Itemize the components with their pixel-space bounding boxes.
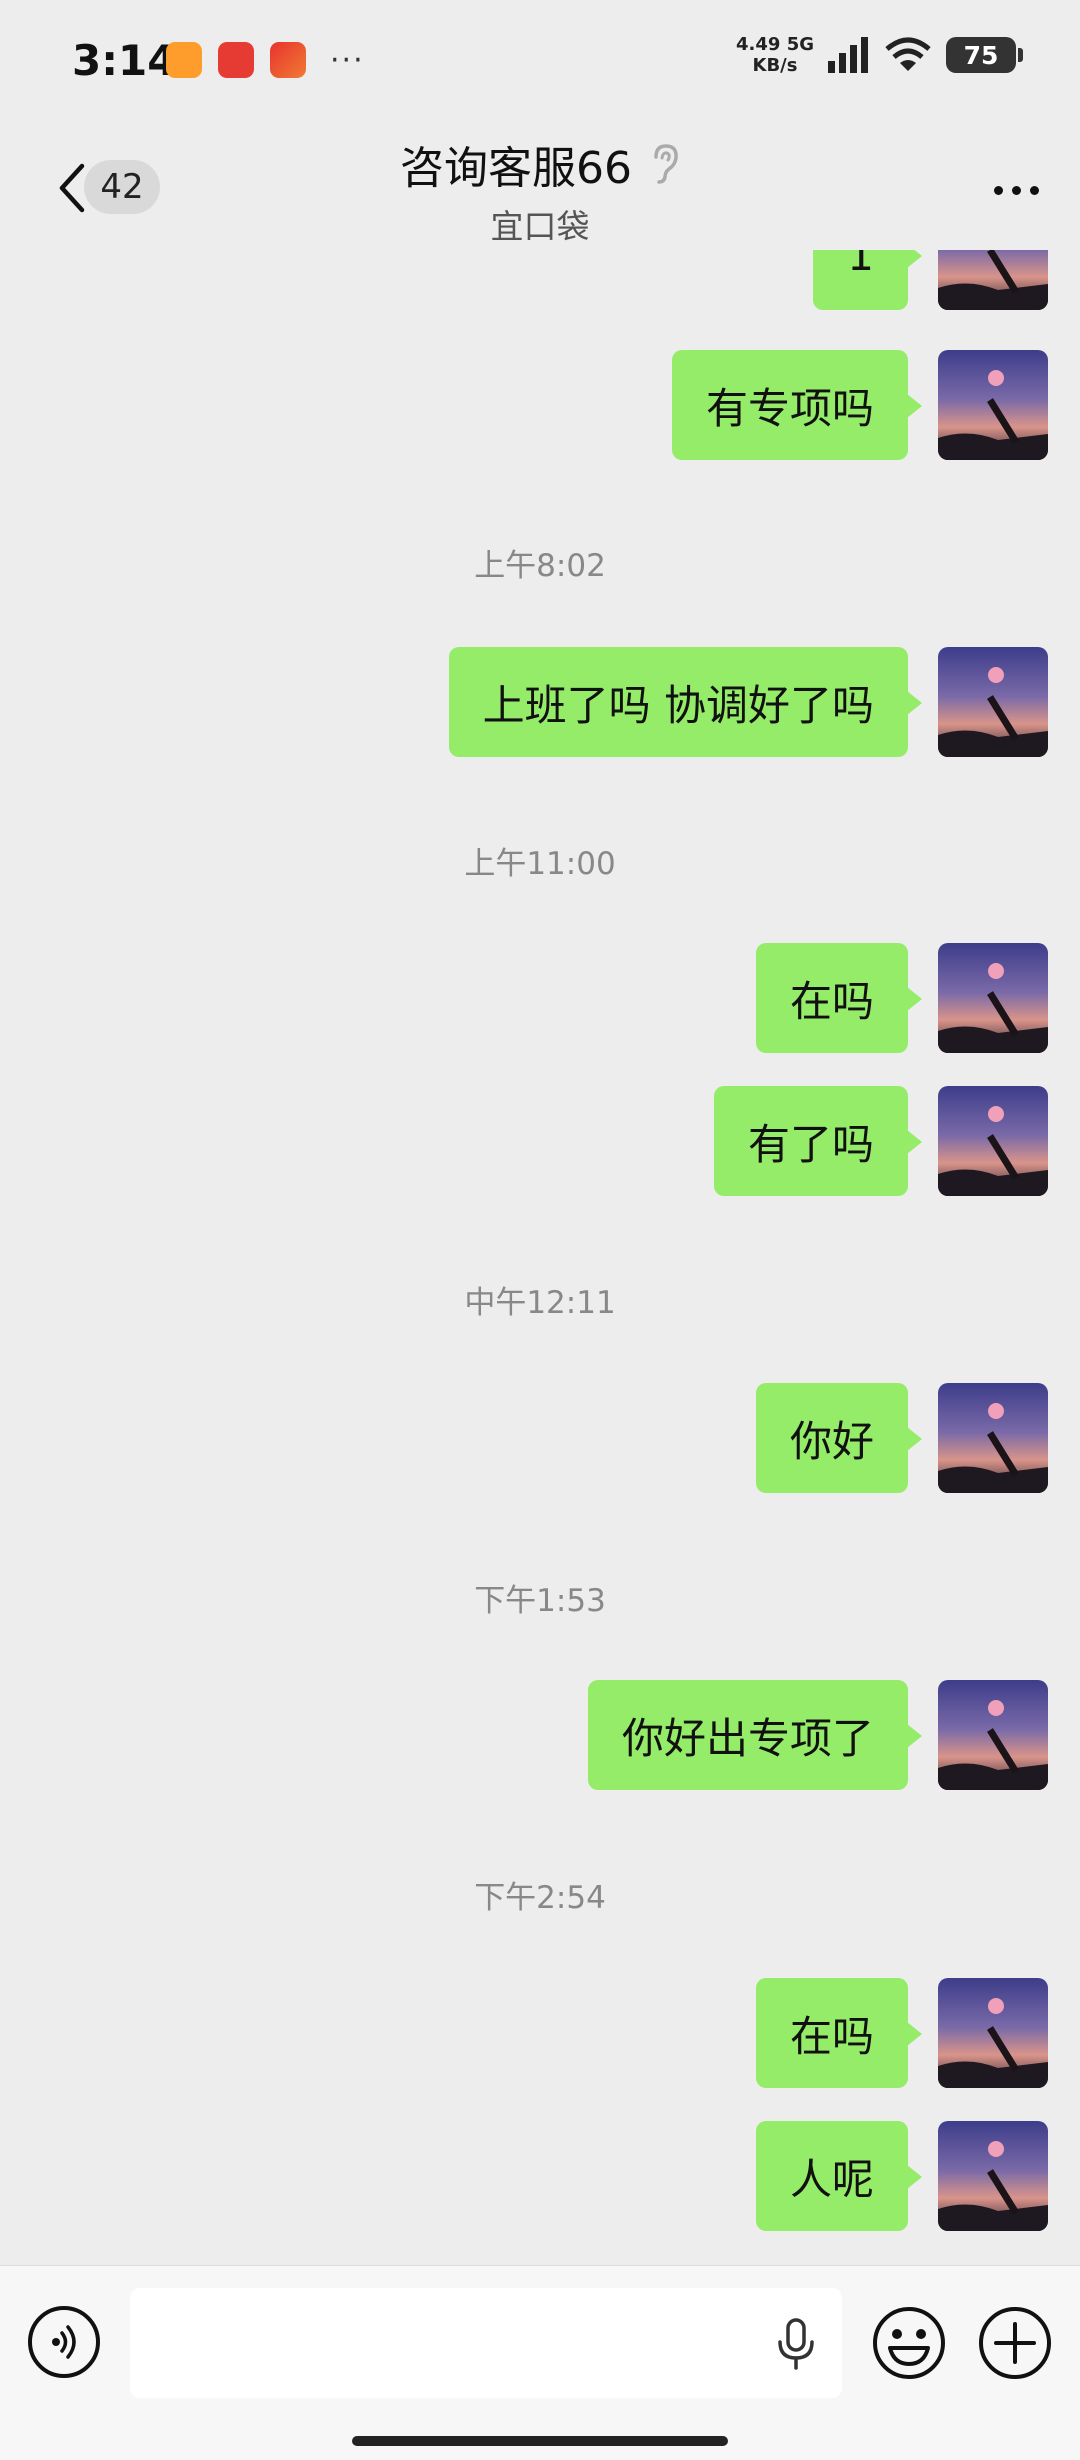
message-timestamp: 上午11:00 bbox=[464, 846, 616, 882]
avatar[interactable] bbox=[938, 350, 1048, 460]
message-timestamp: 中午12:11 bbox=[464, 1285, 616, 1321]
message-timestamp: 下午2:54 bbox=[474, 1880, 606, 1916]
message-bubble[interactable]: 你好出专项了 bbox=[587, 1680, 923, 1790]
message-bubble[interactable]: 有专项吗 bbox=[671, 350, 923, 460]
app-notification-icon bbox=[218, 42, 254, 78]
voice-icon bbox=[52, 2325, 76, 2359]
battery-indicator: 75 bbox=[946, 37, 1023, 73]
avatar[interactable] bbox=[938, 2121, 1048, 2231]
message-bubble[interactable]: 在吗 bbox=[755, 1978, 923, 2088]
notification-icons: ··· bbox=[166, 42, 365, 78]
message-bubble[interactable]: 上班了吗 协调好了吗 bbox=[448, 647, 923, 757]
wifi-icon bbox=[885, 37, 931, 71]
app-notification-icon bbox=[270, 42, 306, 78]
mic-icon[interactable] bbox=[774, 2318, 818, 2370]
avatar[interactable] bbox=[938, 250, 1048, 310]
message-row: 在吗 bbox=[755, 943, 1048, 1053]
message-bubble[interactable]: 你好 bbox=[755, 1383, 923, 1493]
signal-icon bbox=[828, 37, 868, 73]
unread-count-badge[interactable]: 42 bbox=[84, 160, 160, 214]
more-notifications-icon: ··· bbox=[330, 42, 365, 78]
message-row: 1 bbox=[813, 250, 1048, 310]
message-bubble[interactable]: 1 bbox=[813, 250, 922, 310]
message-timestamp: 上午8:02 bbox=[474, 548, 606, 584]
avatar[interactable] bbox=[938, 647, 1048, 757]
avatar[interactable] bbox=[938, 1680, 1048, 1790]
message-row: 你好 bbox=[755, 1383, 1048, 1493]
message-bubble[interactable]: 在吗 bbox=[755, 943, 923, 1053]
message-input[interactable] bbox=[130, 2288, 842, 2398]
avatar[interactable] bbox=[938, 943, 1048, 1053]
avatar[interactable] bbox=[938, 1383, 1048, 1493]
app-notification-icon bbox=[166, 42, 202, 78]
message-row: 你好出专项了 bbox=[587, 1680, 1048, 1790]
voice-mode-button[interactable] bbox=[28, 2306, 100, 2378]
chat-header: 42 咨询客服66 宜口袋 bbox=[0, 130, 1080, 250]
more-icon bbox=[993, 185, 1003, 195]
message-timestamp: 下午1:53 bbox=[474, 1583, 606, 1619]
message-list[interactable]: 1 有专项吗 上午8:02 上班了吗 协调好了吗 上午11:00 在吗 有了吗 … bbox=[0, 250, 1080, 2265]
ear-icon bbox=[654, 144, 678, 184]
message-row: 在吗 bbox=[755, 1978, 1048, 2088]
status-time: 3:14 bbox=[72, 36, 177, 85]
input-bar bbox=[0, 2265, 1080, 2460]
message-row: 人呢 bbox=[755, 2121, 1048, 2231]
network-speed: 4.49 5G KB/s bbox=[735, 34, 814, 76]
more-options-button[interactable] bbox=[982, 160, 1050, 220]
chat-title-area[interactable]: 咨询客服66 宜口袋 bbox=[240, 130, 840, 250]
message-bubble[interactable]: 有了吗 bbox=[713, 1086, 923, 1196]
avatar[interactable] bbox=[938, 1086, 1048, 1196]
chat-screen: 3:14 ··· 4.49 5G KB/s 75 42 咨询客服66 宜口袋 1… bbox=[0, 0, 1080, 2460]
emoji-icon[interactable] bbox=[872, 2306, 946, 2380]
message-row: 有了吗 bbox=[713, 1086, 1048, 1196]
message-bubble[interactable]: 人呢 bbox=[755, 2121, 923, 2231]
home-indicator[interactable] bbox=[352, 2436, 728, 2446]
chat-title: 咨询客服66 bbox=[400, 143, 632, 194]
plus-icon[interactable] bbox=[978, 2306, 1052, 2380]
status-indicators: 4.49 5G KB/s 75 bbox=[735, 34, 1023, 76]
status-bar: 3:14 ··· 4.49 5G KB/s 75 bbox=[0, 0, 1080, 130]
message-row: 上班了吗 协调好了吗 bbox=[448, 647, 1048, 757]
chat-subtitle: 宜口袋 bbox=[490, 207, 590, 246]
avatar[interactable] bbox=[938, 1978, 1048, 2088]
message-row: 有专项吗 bbox=[671, 350, 1048, 460]
